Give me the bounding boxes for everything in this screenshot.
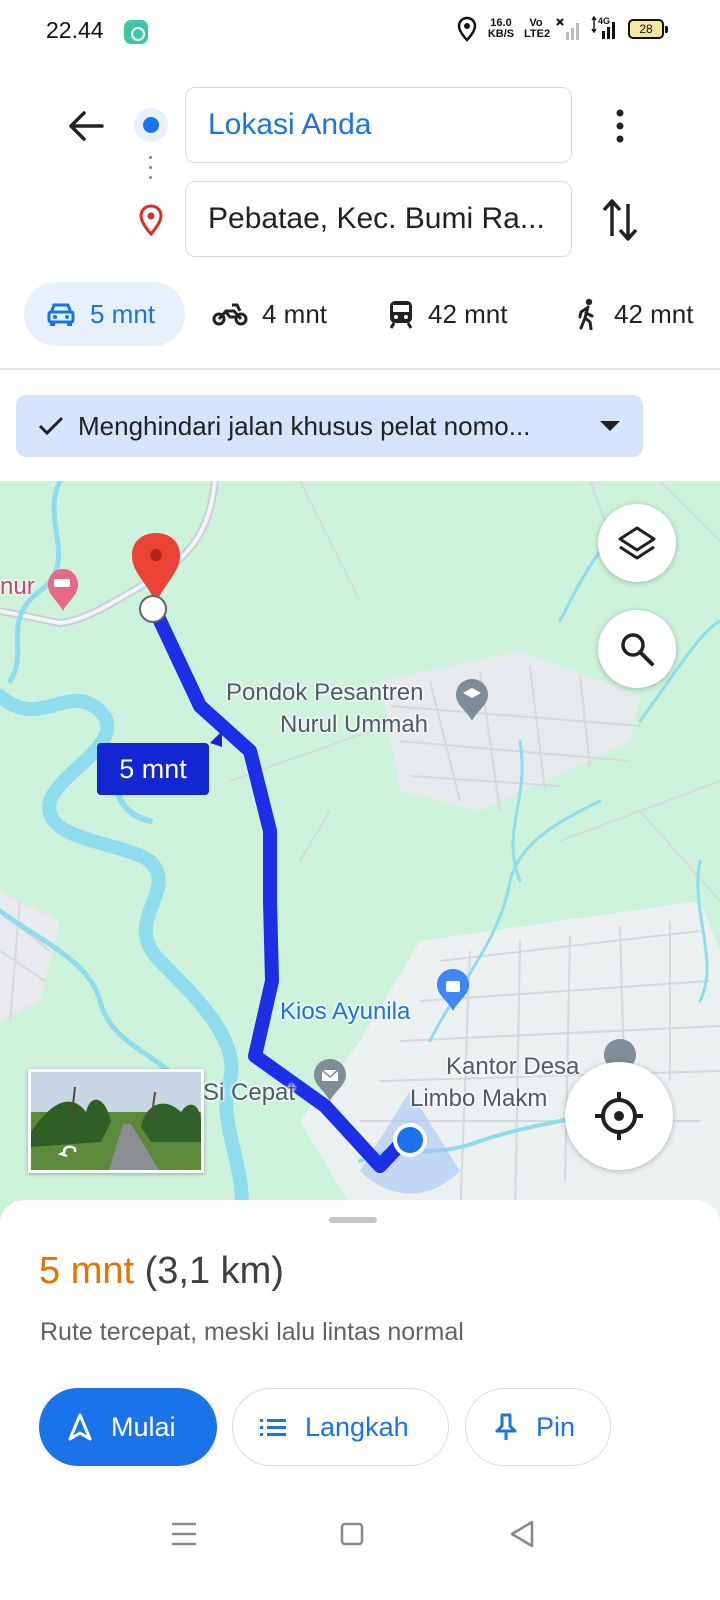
pin-icon [495,1413,517,1440]
search-icon [621,633,654,666]
swap-directions-icon[interactable] [600,196,640,244]
route-option-label: Menghindari jalan khusus pelat nomo... [78,410,531,441]
my-location-icon [595,1092,643,1140]
street-view-image [31,1072,201,1170]
poi-pesantren-label-1[interactable]: Pondok Pesantren [226,678,423,708]
volte-indicator: Vo LTE2 [524,18,551,40]
mode-transit-tab[interactable]: 42 mnt [388,282,508,346]
start-button[interactable]: Mulai [39,1388,217,1466]
back-nav-icon[interactable] [498,1510,546,1558]
poi-pesantren-label-2[interactable]: Nurul Ummah [280,710,428,740]
route-connector [149,156,153,192]
app-notification-icon [124,20,148,44]
walk-icon [578,298,594,330]
home-nav-icon[interactable] [328,1510,376,1558]
destination-pin-icon [139,204,163,236]
transit-icon [389,301,413,329]
dropdown-caret-icon [600,421,620,431]
signal-sim1-icon [556,18,579,40]
mode-motorcycle-tab[interactable]: 4 mnt [212,282,327,346]
mode-car-tab[interactable]: 5 mnt [24,282,185,346]
layers-icon [618,526,656,560]
navigation-arrow-icon [68,1413,92,1441]
route-time-callout[interactable]: 5 mnt [97,743,209,795]
status-bar: 22.44 16.0 KB/S Vo LTE2 4G 28 [0,0,720,64]
map-view[interactable]: nur Pondok Pesantren Nurul Ummah Kios Ay… [0,481,720,1221]
route-summary: 5 mnt (3,1 km) [39,1250,284,1293]
signal-sim2-icon: 4G [590,15,620,42]
system-navigation-bar [0,1490,720,1600]
menu-nav-icon[interactable] [160,1510,208,1558]
status-time: 22.44 [46,17,104,43]
network-speed-unit: KB/S [487,28,515,40]
poi-kantor-label-1[interactable]: Kantor Desa [446,1052,579,1082]
pin-button[interactable]: Pin [465,1388,611,1466]
route-description: Rute tercepat, meski lalu lintas normal [40,1318,464,1346]
travel-mode-bar: 5 mnt 4 mnt 42 mnt 42 mnt [0,282,720,346]
map-search-button[interactable] [598,610,676,688]
route-duration: 5 mnt [39,1250,135,1292]
origin-dot-icon [134,108,168,142]
poi-sicepat-label[interactable]: Si Cepat [203,1078,295,1108]
sheet-drag-handle[interactable] [329,1217,377,1223]
steps-button[interactable]: Langkah [232,1388,449,1466]
more-options-icon[interactable] [606,104,634,148]
divider [0,368,720,370]
destination-field[interactable]: Pebatae, Kec. Bumi Ra... [185,181,572,257]
check-icon [38,416,64,436]
motorcycle-icon [212,303,248,326]
origin-field[interactable]: Lokasi Anda [185,87,572,163]
route-option-chip[interactable]: Menghindari jalan khusus pelat nomo... [16,395,643,457]
network-type: 4G [598,16,611,26]
start-label: Mulai [111,1411,176,1442]
volte-bottom: LTE2 [524,28,551,40]
mode-transit-time: 42 mnt [428,298,508,329]
list-icon [260,1419,286,1436]
poi-kios-label[interactable]: Kios Ayunila [280,997,410,1027]
steps-label: Langkah [305,1411,409,1442]
back-arrow-icon[interactable] [64,104,108,148]
mode-walk-tab[interactable]: 42 mnt [576,282,694,346]
car-icon [47,303,75,326]
mode-motorcycle-time: 4 mnt [262,298,328,329]
poi-kantor-label-2[interactable]: Limbo Makm [410,1084,547,1114]
location-status-icon [457,16,477,42]
pin-label: Pin [536,1411,576,1442]
my-location-button[interactable] [565,1062,673,1170]
mode-car-time: 5 mnt [90,298,156,329]
street-view-thumbnail[interactable] [28,1069,204,1173]
battery-indicator: 28 [628,19,668,39]
route-distance: (3,1 km) [144,1250,284,1292]
network-speed: 16.0 KB/S [486,18,516,40]
mode-walk-time: 42 mnt [614,298,694,329]
layers-button[interactable] [598,504,676,582]
poi-hotel-label[interactable]: nur [0,572,35,602]
